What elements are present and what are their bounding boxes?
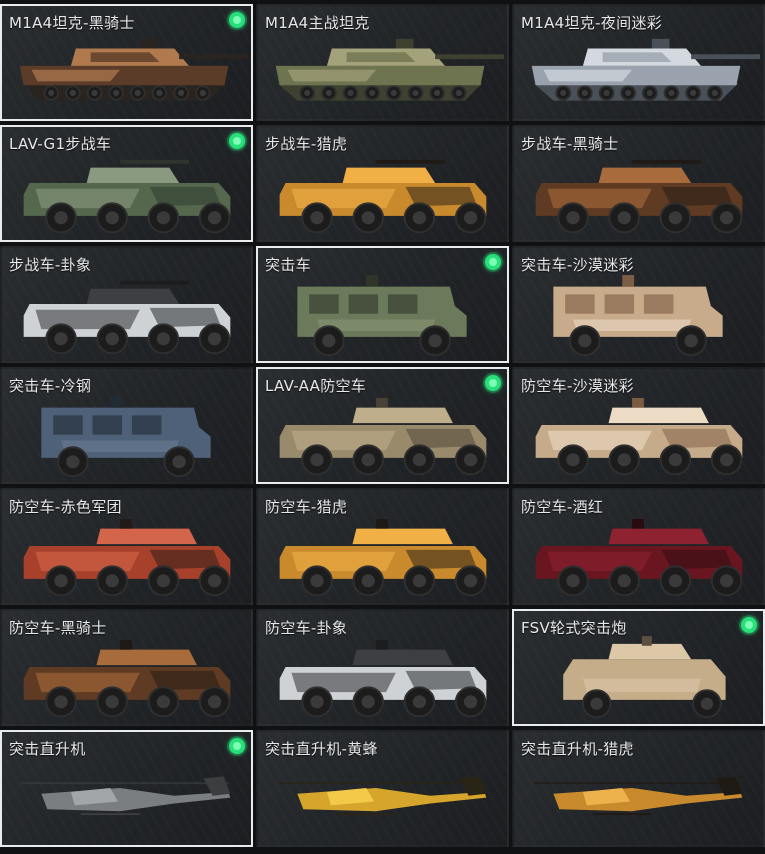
vehicle-card[interactable]: 突击车-沙漠迷彩 (512, 246, 765, 363)
vehicle-card[interactable]: M1A4坦克-黑骑士 (0, 4, 253, 121)
vehicle-card[interactable]: LAV-G1步战车 (0, 125, 253, 242)
vehicle-card[interactable]: 步战车-黑骑士 (512, 125, 765, 242)
vehicle-name: 防空车-沙漠迷彩 (521, 377, 634, 395)
vehicle-name: 突击直升机-黄蜂 (265, 740, 378, 758)
vehicle-card[interactable]: 步战车-猎虎 (256, 125, 509, 242)
vehicle-skin-grid: M1A4坦克-黑骑士 M1A4主战坦克 M1A4坦克-夜间迷彩 LAV-G1步战车 步战… (0, 0, 765, 854)
vehicle-card[interactable]: 防空车-酒红 (512, 488, 765, 605)
owned-indicator-icon (229, 133, 245, 149)
vehicle-name: 突击直升机-猎虎 (521, 740, 634, 758)
vehicle-card[interactable]: M1A4坦克-夜间迷彩 (512, 4, 765, 121)
vehicle-card[interactable]: LAV-AA防空车 (256, 367, 509, 484)
vehicle-name: 防空车-赤色军团 (9, 498, 122, 516)
vehicle-card[interactable]: 防空车-猎虎 (256, 488, 509, 605)
vehicle-name: M1A4坦克-夜间迷彩 (521, 14, 663, 32)
vehicle-name: 突击直升机 (9, 740, 86, 758)
vehicle-name: 步战车-猎虎 (265, 135, 348, 153)
owned-indicator-icon (229, 738, 245, 754)
vehicle-name: 步战车-卦象 (9, 256, 92, 274)
vehicle-card[interactable]: M1A4主战坦克 (256, 4, 509, 121)
vehicle-name: 防空车-猎虎 (265, 498, 348, 516)
vehicle-name: FSV轮式突击炮 (521, 619, 627, 637)
vehicle-name: LAV-G1步战车 (9, 135, 112, 153)
vehicle-name: M1A4坦克-黑骑士 (9, 14, 135, 32)
vehicle-name: 防空车-黑骑士 (9, 619, 107, 637)
vehicle-card[interactable]: 突击直升机 (0, 730, 253, 847)
owned-indicator-icon (229, 12, 245, 28)
vehicle-card[interactable]: 突击车 (256, 246, 509, 363)
vehicle-name: 突击车 (265, 256, 311, 274)
vehicle-name: LAV-AA防空车 (265, 377, 367, 395)
vehicle-card[interactable]: 突击直升机-猎虎 (512, 730, 765, 847)
owned-indicator-icon (741, 617, 757, 633)
vehicle-card[interactable]: 防空车-赤色军团 (0, 488, 253, 605)
vehicle-name: 防空车-酒红 (521, 498, 604, 516)
vehicle-name: 步战车-黑骑士 (521, 135, 619, 153)
owned-indicator-icon (485, 254, 501, 270)
vehicle-card[interactable]: 防空车-黑骑士 (0, 609, 253, 726)
vehicle-card[interactable]: 突击车-冷钢 (0, 367, 253, 484)
vehicle-card[interactable]: FSV轮式突击炮 (512, 609, 765, 726)
vehicle-card[interactable]: 步战车-卦象 (0, 246, 253, 363)
vehicle-card[interactable]: 突击直升机-黄蜂 (256, 730, 509, 847)
owned-indicator-icon (485, 375, 501, 391)
vehicle-name: 突击车-沙漠迷彩 (521, 256, 634, 274)
vehicle-card[interactable]: 防空车-卦象 (256, 609, 509, 726)
vehicle-name: 防空车-卦象 (265, 619, 348, 637)
vehicle-name: M1A4主战坦克 (265, 14, 370, 32)
vehicle-name: 突击车-冷钢 (9, 377, 92, 395)
vehicle-card[interactable]: 防空车-沙漠迷彩 (512, 367, 765, 484)
